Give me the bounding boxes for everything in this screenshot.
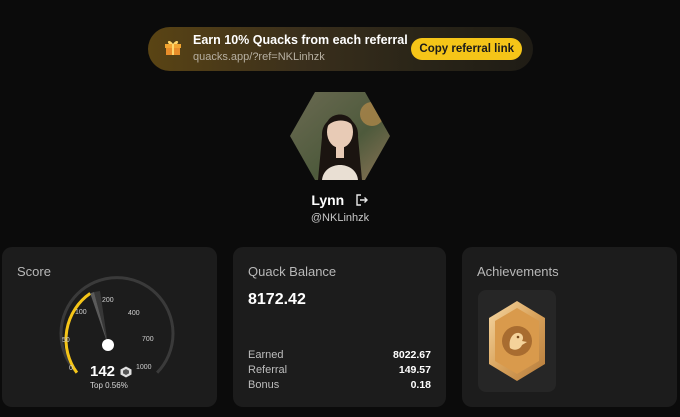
gauge-tick: 1000 — [136, 364, 152, 371]
balance-row-label: Referral — [248, 364, 288, 376]
balance-row-value: 8022.67 — [393, 349, 431, 361]
gauge-knob — [102, 339, 114, 351]
gauge-tick: 0 — [69, 365, 73, 372]
balance-card: Quack Balance 8172.42 Earned 8022.67 Ref… — [233, 247, 446, 407]
logout-icon[interactable] — [355, 193, 369, 207]
referral-title: Earn 10% Quacks from each referral — [193, 33, 408, 47]
profile-handle: @NKLinhzk — [310, 212, 370, 224]
balance-title: Quack Balance — [248, 264, 337, 279]
score-rank: Top 0.56% — [90, 381, 128, 390]
gauge-tick: 400 — [128, 310, 140, 317]
score-value: 142 — [90, 363, 116, 380]
balance-row-value: 149.57 — [398, 364, 431, 376]
gauge-track — [59, 276, 175, 374]
achievement-slot[interactable] — [478, 290, 556, 392]
gauge-tick: 50 — [62, 337, 70, 344]
gauge-tick: 100 — [75, 309, 87, 316]
balance-row-label: Bonus — [248, 379, 280, 391]
achievements-card: Achievements — [462, 247, 677, 407]
profile-name: Lynn — [311, 191, 345, 208]
achievements-title: Achievements — [477, 264, 559, 279]
referral-banner: Earn 10% Quacks from each referral quack… — [148, 27, 533, 71]
referral-link[interactable]: quacks.app/?ref=NKLinhzk — [193, 49, 408, 65]
cube-icon — [120, 366, 132, 378]
duck-badge-icon[interactable] — [486, 298, 548, 384]
balance-row: Earned 8022.67 — [248, 349, 431, 361]
avatar[interactable] — [290, 92, 390, 180]
balance-row: Bonus 0.18 — [248, 379, 431, 391]
balance-row: Referral 149.57 — [248, 364, 431, 376]
gauge-tick: 200 — [102, 297, 114, 304]
balance-row-value: 0.18 — [410, 379, 431, 391]
balance-row-label: Earned — [248, 349, 284, 361]
copy-referral-button[interactable]: Copy referral link — [411, 38, 522, 60]
gauge-tick: 700 — [142, 336, 154, 343]
gift-icon — [165, 40, 181, 55]
balance-total: 8172.42 — [248, 291, 306, 308]
score-card: Score 0 50 100 200 400 700 1000 142 Top … — [2, 247, 217, 407]
